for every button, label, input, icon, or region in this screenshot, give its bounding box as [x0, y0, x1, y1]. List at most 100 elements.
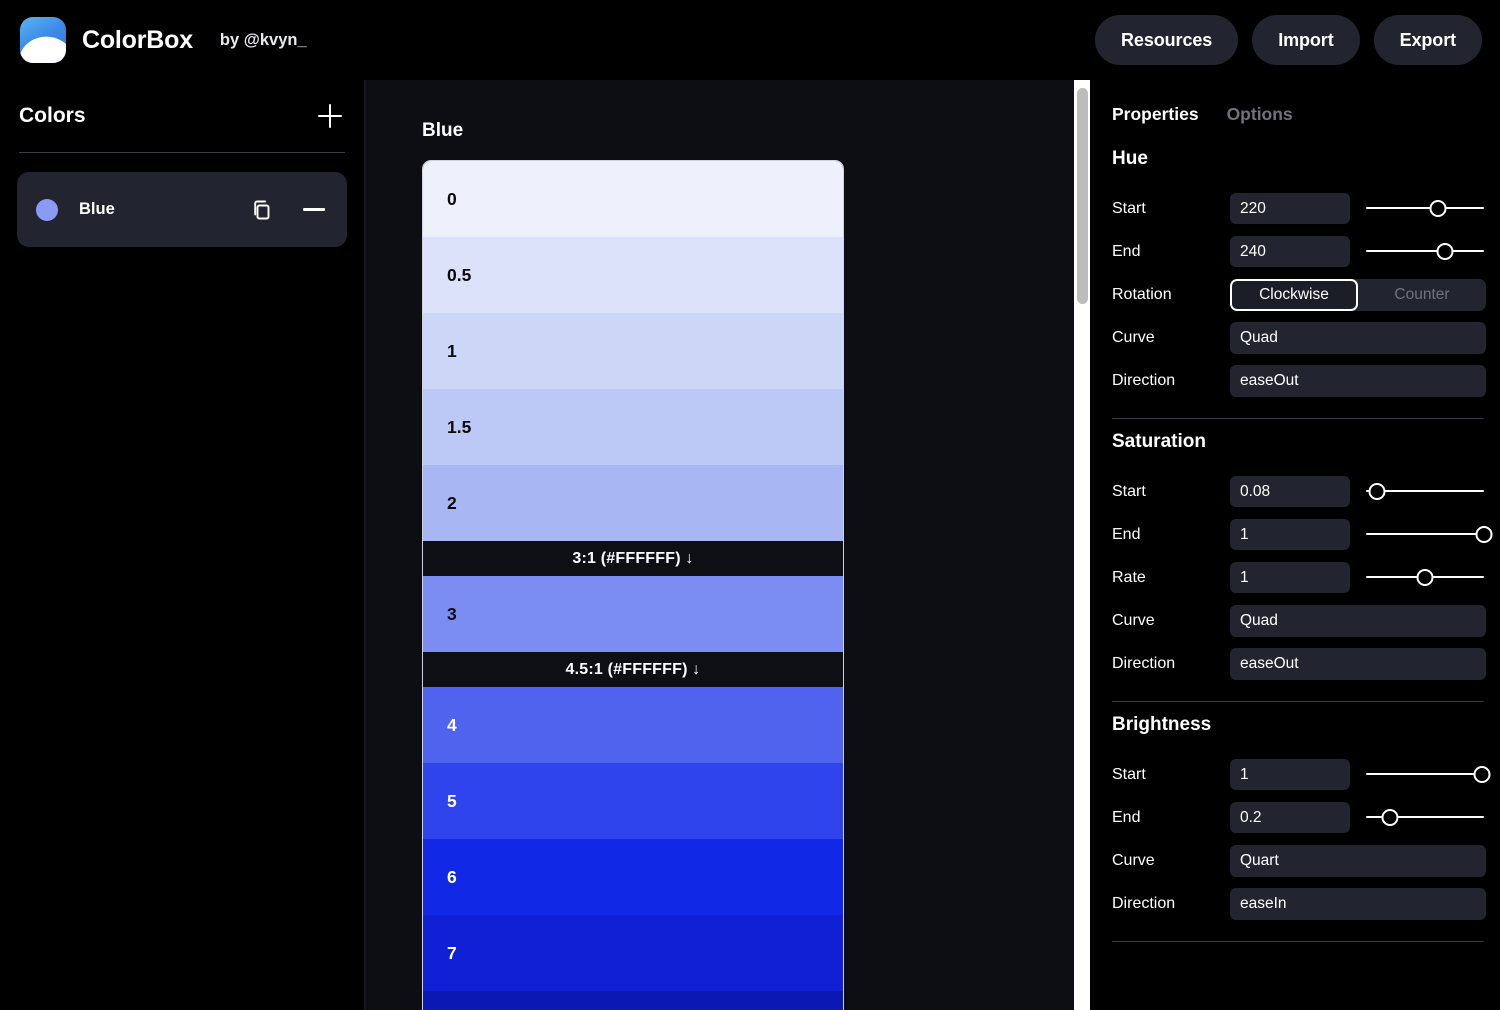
saturation-direction-label: Direction — [1112, 654, 1176, 672]
brightness-start-slider[interactable] — [1366, 760, 1491, 790]
hue-end-label: End — [1112, 242, 1141, 260]
saturation-rate-input[interactable] — [1230, 562, 1350, 593]
color-scale-wrap: Blue 0 0.5 1 1.5 2 3:1 (#FFFFFF) ↓ 3 4.5:1 (#FF… — [366, 80, 1090, 1010]
hue-start-slider[interactable] — [1366, 194, 1484, 224]
tab-options[interactable]: Options — [1227, 104, 1293, 125]
main-canvas: Blue 0 0.5 1 1.5 2 3:1 (#FFFFFF) ↓ 3 4.5:1 (#FF… — [366, 80, 1090, 1010]
color-step[interactable]: 1 — [423, 313, 843, 389]
hue-direction-label: Direction — [1112, 371, 1176, 389]
saturation-end-input[interactable] — [1230, 519, 1350, 550]
field-row: Curve — [1112, 839, 1486, 882]
hue-start-label: Start — [1112, 199, 1146, 217]
field-row: Direction — [1112, 359, 1486, 402]
color-step[interactable]: 2 — [423, 465, 843, 541]
color-step[interactable]: 7 — [423, 915, 843, 991]
color-ramp: 0 0.5 1 1.5 2 3:1 (#FFFFFF) ↓ 3 4.5:1 (#FFFFFF)… — [422, 160, 844, 1010]
brightness-curve-select[interactable] — [1230, 844, 1486, 877]
saturation-start-slider[interactable] — [1366, 477, 1484, 507]
brightness-start-label: Start — [1112, 765, 1146, 783]
import-button[interactable]: Import — [1252, 15, 1360, 65]
brightness-curve-label: Curve — [1112, 851, 1155, 869]
header-actions: Resources Import Export — [1095, 15, 1482, 65]
color-step[interactable]: 6 — [423, 839, 843, 915]
list-item[interactable]: Blue — [17, 172, 347, 247]
field-row: End — [1112, 230, 1484, 273]
field-row: Curve — [1112, 316, 1486, 359]
saturation-curve-label: Curve — [1112, 611, 1155, 629]
sidebar-title: Colors — [19, 104, 86, 127]
brand: ColorBox by @kvyn_ — [20, 17, 307, 63]
rotation-toggle-group: Clockwise Counter — [1230, 278, 1486, 311]
section-title: Saturation — [1112, 431, 1206, 452]
brightness-start-input[interactable] — [1230, 759, 1350, 790]
panel-tabs: Properties Options — [1112, 80, 1484, 136]
main-scrollbar[interactable] — [1074, 80, 1090, 1010]
sidebar-divider — [19, 152, 345, 153]
hue-start-input[interactable] — [1230, 193, 1350, 224]
colors-sidebar: Colors Blue — [0, 80, 366, 1010]
color-step[interactable]: 0 — [423, 161, 843, 237]
saturation-rate-label: Rate — [1112, 568, 1146, 586]
section-title: Brightness — [1112, 714, 1212, 735]
field-row: Curve — [1112, 599, 1486, 642]
brightness-direction-select[interactable] — [1230, 887, 1486, 920]
saturation-end-label: End — [1112, 525, 1141, 543]
field-row: End — [1112, 796, 1484, 839]
color-step[interactable]: 5 — [423, 763, 843, 839]
saturation-end-slider[interactable] — [1366, 520, 1493, 550]
brightness-direction-label: Direction — [1112, 894, 1176, 912]
rotation-option-clockwise[interactable]: Clockwise — [1230, 278, 1358, 311]
app-root: ColorBox by @kvyn_ Resources Import Expo… — [0, 0, 1500, 1010]
saturation-start-input[interactable] — [1230, 476, 1350, 507]
field-row: Direction — [1112, 882, 1486, 925]
section-title: Hue — [1112, 148, 1148, 169]
color-swatch-dot — [36, 198, 58, 221]
hue-rotation-label: Rotation — [1112, 285, 1172, 303]
brightness-end-label: End — [1112, 808, 1141, 826]
brightness-end-slider[interactable] — [1366, 803, 1484, 833]
app-title: ColorBox — [82, 25, 193, 54]
saturation-direction-select[interactable] — [1230, 647, 1486, 680]
field-row: Direction — [1112, 642, 1486, 685]
panel-sections: Hue Start End Rotation ClockwiseCounter Curve… — [1112, 136, 1493, 942]
color-step[interactable]: 1.5 — [423, 389, 843, 465]
contrast-marker: 4.5:1 (#FFFFFF) ↓ — [423, 652, 843, 687]
app-byline: by @kvyn_ — [219, 30, 307, 49]
minus-icon[interactable] — [303, 208, 325, 211]
resources-button[interactable]: Resources — [1095, 15, 1239, 65]
hue-end-slider[interactable] — [1366, 237, 1484, 267]
color-item-label: Blue — [79, 200, 115, 218]
hue-curve-label: Curve — [1112, 328, 1155, 346]
panel-divider — [1112, 941, 1484, 942]
color-step[interactable]: 4 — [423, 687, 843, 763]
app-header: ColorBox by @kvyn_ Resources Import Expo… — [0, 0, 1500, 80]
field-row: Rotation Clockwise Counter — [1112, 273, 1486, 316]
saturation-start-label: Start — [1112, 482, 1146, 500]
brightness-end-input[interactable] — [1230, 802, 1350, 833]
hue-curve-select[interactable] — [1230, 321, 1486, 354]
section-brightness: Brightness Start End Curve Direction — [1112, 702, 1491, 942]
export-button[interactable]: Export — [1373, 15, 1482, 65]
field-row: Rate — [1112, 556, 1484, 599]
properties-panel: Properties Options Hue Start End Rotation Cl… — [1090, 80, 1500, 1010]
contrast-marker: 3:1 (#FFFFFF) ↓ — [423, 541, 843, 576]
hue-direction-select[interactable] — [1230, 364, 1486, 397]
plus-icon[interactable] — [315, 101, 345, 131]
page-title: Blue — [422, 120, 464, 141]
field-row: Start — [1112, 187, 1484, 230]
hue-end-input[interactable] — [1230, 236, 1350, 267]
saturation-curve-select[interactable] — [1230, 604, 1486, 637]
color-step[interactable]: 0.5 — [423, 237, 843, 313]
rotation-option-counter[interactable]: Counter — [1358, 279, 1486, 311]
copy-icon[interactable] — [251, 199, 273, 221]
color-step[interactable] — [423, 991, 843, 1010]
saturation-rate-slider[interactable] — [1366, 563, 1484, 593]
field-row: Start — [1112, 470, 1484, 513]
sidebar-header: Colors — [17, 80, 347, 152]
color-step[interactable]: 3 — [423, 576, 843, 652]
field-row: Start — [1112, 753, 1491, 796]
main-scrollbar-thumb[interactable] — [1077, 88, 1088, 304]
app-body: Colors Blue Blue 0 0.5 1 1.5 2 3:1 (#FFF… — [0, 80, 1500, 1010]
tab-properties[interactable]: Properties — [1112, 104, 1199, 125]
section-saturation: Saturation Start End Rate Curve Direction — [1112, 419, 1493, 702]
